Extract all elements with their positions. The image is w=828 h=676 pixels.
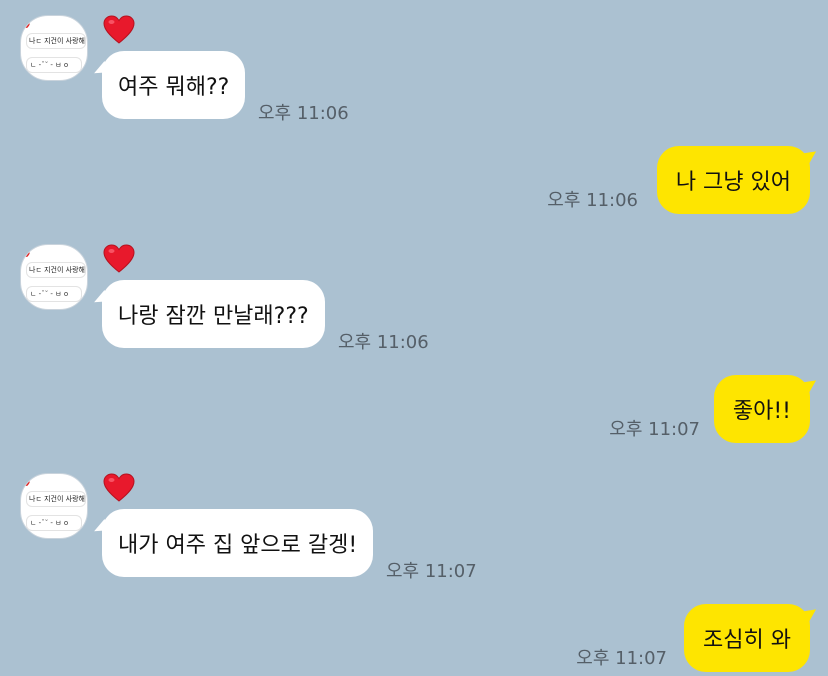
avatar-text-line: ㄴ -ˇ˘ - ㅂ o [26, 515, 82, 531]
avatar-decoration [23, 21, 31, 29]
message-timestamp: 오후 11:07 [386, 561, 477, 582]
avatar-text-line: ㄴ -ˇ˘ - ㅂ o [26, 57, 82, 73]
avatar-text-line: 나ㄷ 지건이 사랑해 [26, 491, 86, 507]
heart-icon [103, 473, 135, 502]
message-timestamp: 오후 11:07 [609, 419, 700, 440]
message-bubble[interactable]: 좋아!! [713, 375, 810, 443]
message-bubble[interactable]: 내가 여주 집 앞으로 갈겡! [102, 509, 374, 577]
message-bubble[interactable]: 조심히 와 [684, 604, 810, 672]
message-timestamp: 오후 11:06 [258, 103, 349, 124]
message-bubble[interactable]: 나랑 잠깐 만날래??? [102, 280, 325, 348]
avatar[interactable]: 나ㄷ 지건이 사랑해 ㄴ -ˇ˘ - ㅂ o [20, 244, 88, 310]
message-bubble[interactable]: 여주 뭐해?? [102, 51, 246, 119]
heart-icon [103, 15, 135, 44]
message-timestamp: 오후 11:06 [547, 190, 638, 211]
avatar[interactable]: 나ㄷ 지건이 사랑해 ㄴ -ˇ˘ - ㅂ o [20, 473, 88, 539]
avatar-text-line: ㄴ -ˇ˘ - ㅂ o [26, 286, 82, 302]
message-timestamp: 오후 11:06 [338, 332, 429, 353]
avatar[interactable]: 나ㄷ 지건이 사랑해 ㄴ -ˇ˘ - ㅂ o [20, 15, 88, 81]
avatar-text-line: 나ㄷ 지건이 사랑해 [26, 262, 86, 278]
avatar-decoration [23, 479, 31, 487]
message-timestamp: 오후 11:07 [576, 648, 667, 669]
message-bubble[interactable]: 나 그냥 있어 [656, 146, 810, 214]
avatar-text-line: 나ㄷ 지건이 사랑해 [26, 33, 86, 49]
heart-icon [103, 244, 135, 273]
avatar-decoration [23, 250, 31, 258]
